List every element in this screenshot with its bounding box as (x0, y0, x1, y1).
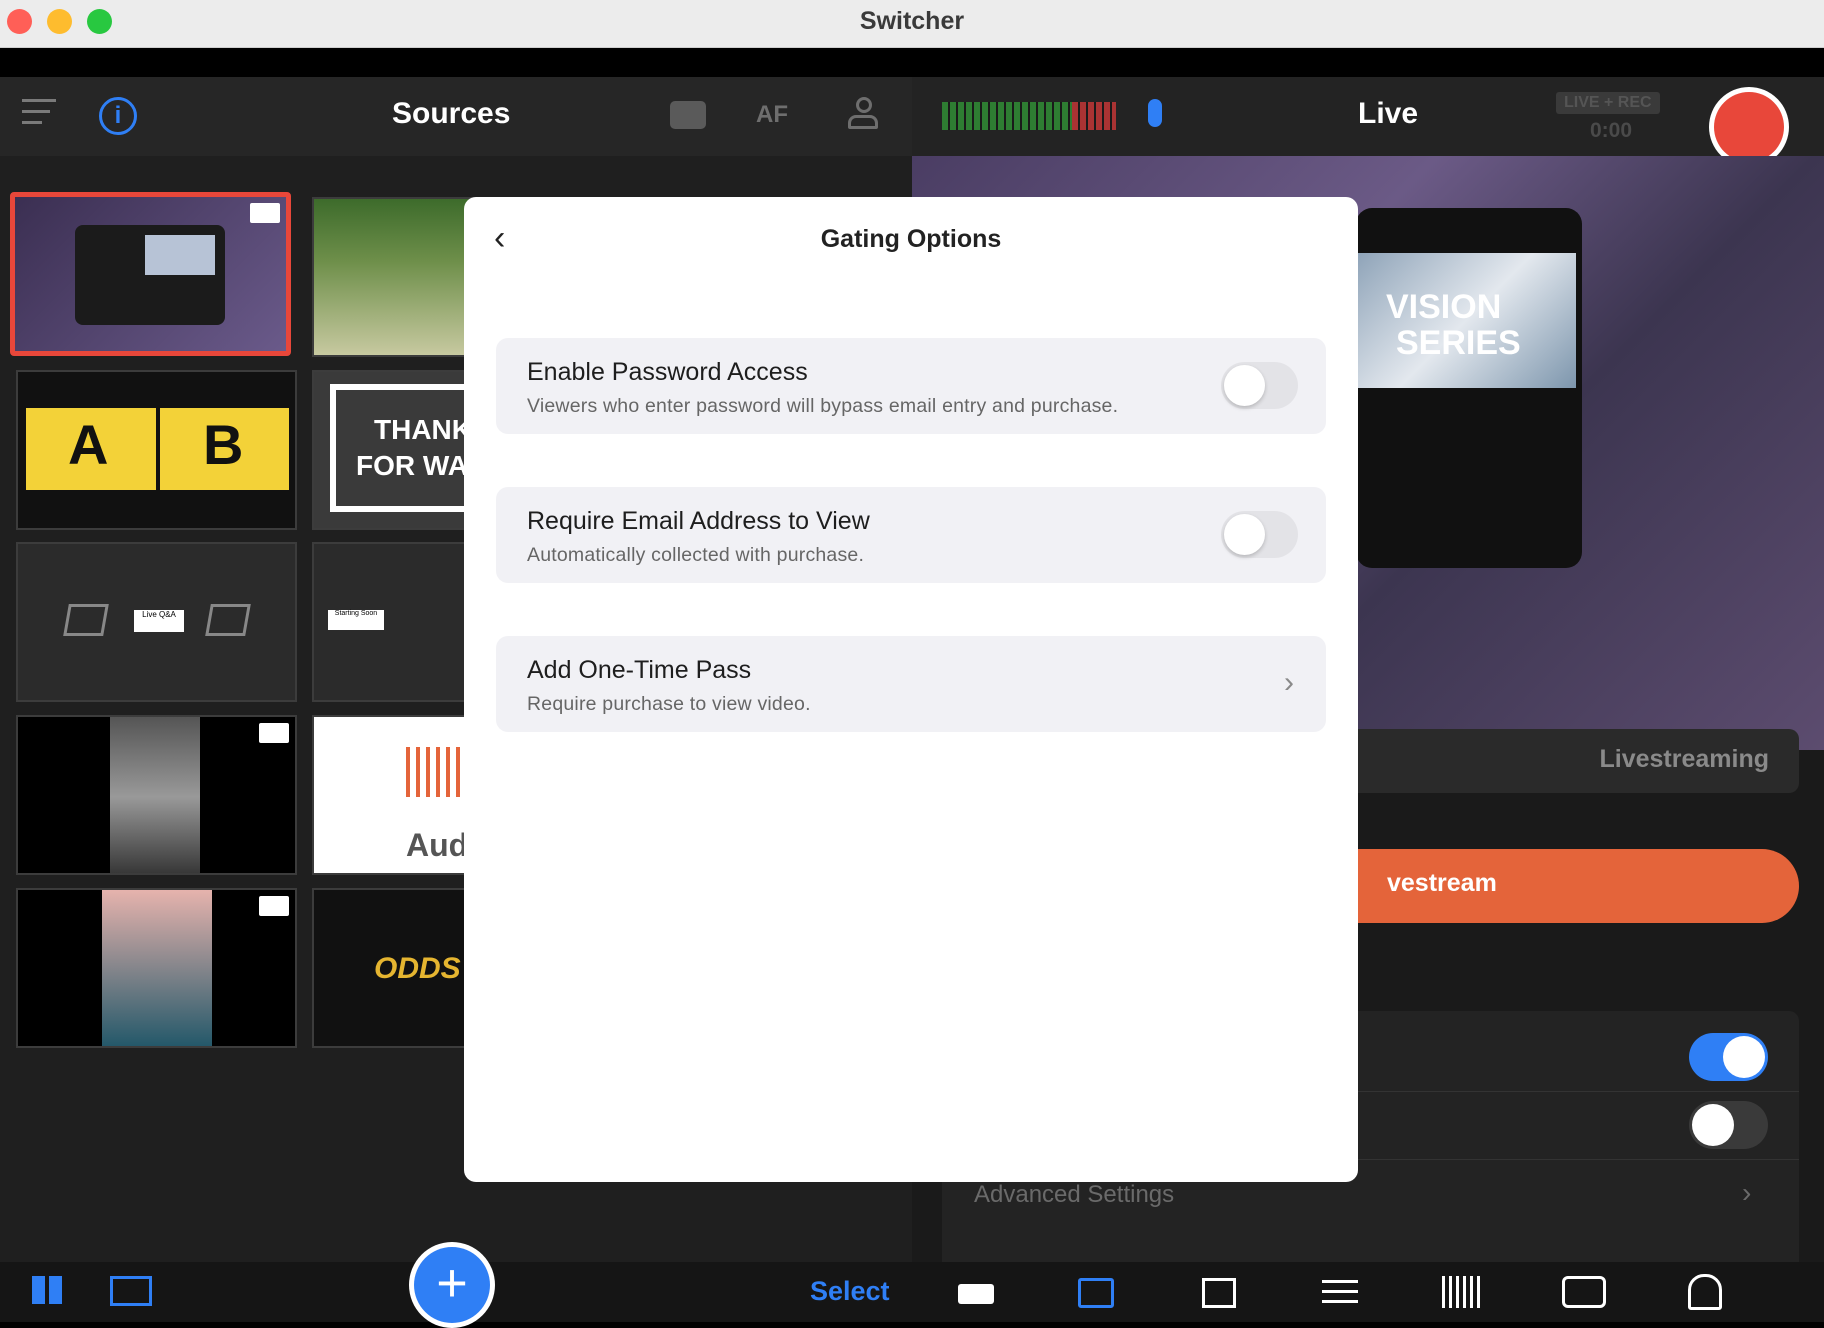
grid-view-icon[interactable] (32, 1276, 62, 1304)
preview-series-text: SERIES (1396, 324, 1521, 362)
live-toolbar (912, 1262, 1824, 1322)
password-access-row: Enable Password Access Viewers who enter… (496, 338, 1326, 434)
sources-header: i Sources AF (0, 77, 912, 156)
info-icon[interactable]: i (99, 97, 137, 135)
thumb-thanks-line1: THANK (374, 414, 472, 445)
video-badge-icon (259, 723, 289, 743)
settings-toggle-on[interactable] (1689, 1033, 1768, 1081)
mode-select-value: Livestreaming (1599, 745, 1769, 773)
thumb-live-qa-label: Live Q&A (134, 610, 184, 632)
password-access-subtitle: Viewers who enter password will bypass e… (527, 395, 1119, 417)
thumb-label-a: A (68, 413, 109, 476)
source-thumbnail-tablet[interactable] (10, 192, 291, 356)
sources-title: Sources (392, 97, 511, 130)
record-timer: 0:00 (1590, 119, 1633, 142)
chevron-right-icon: › (1742, 1177, 1752, 1208)
microphone-icon[interactable] (1148, 99, 1162, 127)
plus-icon: + (414, 1247, 490, 1323)
modal-title: Gating Options (820, 225, 1002, 253)
email-required-row: Require Email Address to View Automatica… (496, 487, 1326, 583)
camera-tab-icon[interactable] (958, 1284, 994, 1304)
camera-switch-icon[interactable] (670, 101, 706, 129)
audio-level-meter (942, 102, 1116, 130)
live-header: Live LIVE + REC 0:00 (912, 77, 1824, 167)
live-title: Live (1358, 97, 1419, 130)
remote-guest-icon[interactable] (848, 97, 882, 135)
one-time-pass-title: Add One-Time Pass (527, 656, 752, 684)
camera-off-icon-2 (205, 604, 251, 636)
audio-tab-icon[interactable] (1442, 1276, 1480, 1308)
autofocus-button[interactable]: AF (756, 101, 788, 129)
settings-toggle-off[interactable] (1689, 1101, 1768, 1149)
one-time-pass-row[interactable]: Add One-Time Pass Require purchase to vi… (496, 636, 1326, 732)
password-access-title: Enable Password Access (527, 358, 808, 386)
advanced-settings-label[interactable]: Advanced Settings (974, 1181, 1174, 1209)
camera-off-icon (63, 604, 109, 636)
source-thumbnail-photo[interactable] (16, 888, 297, 1048)
replay-tab-icon[interactable] (1562, 1276, 1606, 1308)
thumb-audio-label: Aud (406, 827, 469, 863)
window-title-bar: Switcher (0, 0, 1824, 48)
transition-tab-icon[interactable] (1202, 1278, 1236, 1308)
add-source-button[interactable]: + (409, 1242, 495, 1328)
source-thumbnail-live-qa[interactable]: Live Q&A (16, 542, 297, 702)
gating-options-modal: ‹ Gating Options Enable Password Access … (464, 197, 1358, 1182)
window-title: Switcher (859, 7, 965, 35)
one-time-pass-subtitle: Require purchase to view video. (527, 693, 811, 715)
source-thumbnail-video[interactable] (16, 715, 297, 875)
live-rec-badge: LIVE + REC (1556, 92, 1660, 114)
email-required-title: Require Email Address to View (527, 507, 870, 535)
password-access-toggle[interactable] (1221, 362, 1298, 409)
image-badge-icon (250, 203, 280, 223)
thumb-odds-label: ODDS (374, 952, 461, 985)
output-tab-icon[interactable] (1078, 1278, 1114, 1308)
menu-icon[interactable] (22, 99, 56, 124)
start-livestream-label: vestream (1387, 869, 1497, 897)
preview-tablet: VISION SERIES (1356, 208, 1582, 568)
source-thumbnail-ab[interactable]: A B (16, 370, 297, 530)
email-required-toggle[interactable] (1221, 511, 1298, 558)
chevron-right-icon: › (1284, 666, 1294, 699)
guest-tab-icon[interactable] (1688, 1274, 1722, 1310)
adjust-tab-icon[interactable] (1322, 1280, 1358, 1304)
preview-vision-text: VISION (1386, 288, 1502, 326)
thumb-starting-soon-label: Starting Soon (328, 610, 384, 630)
layout-view-icon[interactable] (110, 1276, 152, 1306)
image-badge-icon-2 (259, 896, 289, 916)
select-button[interactable]: Select (810, 1276, 890, 1307)
thumb-label-b: B (203, 413, 244, 476)
record-button[interactable] (1709, 87, 1789, 167)
email-required-subtitle: Automatically collected with purchase. (527, 544, 865, 566)
sources-toolbar: + Select (0, 1242, 912, 1328)
